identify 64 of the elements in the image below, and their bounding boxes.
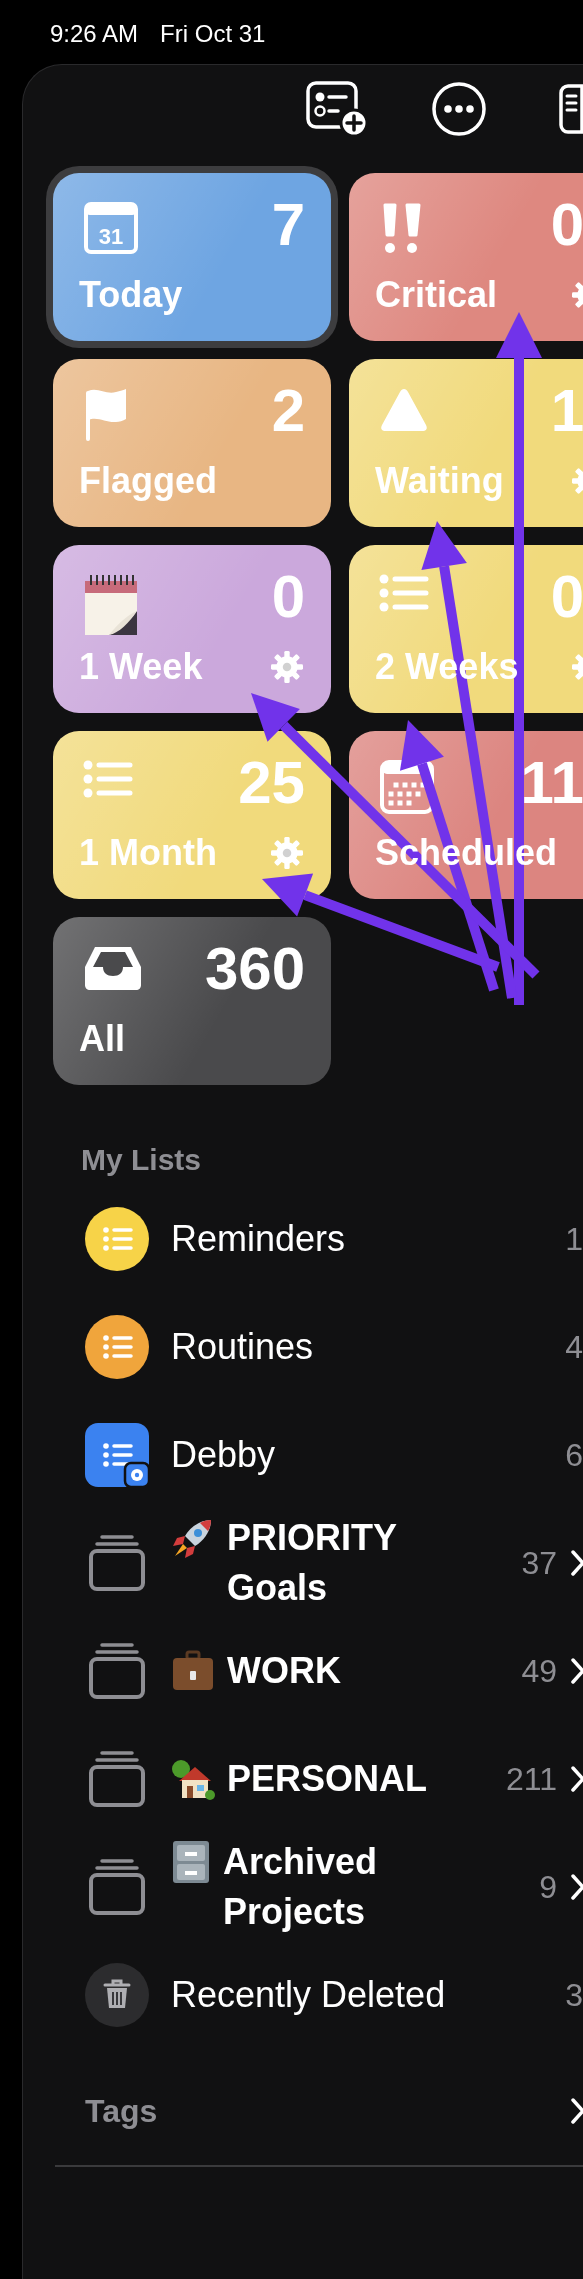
folder-stack-icon: [88, 1533, 146, 1593]
card-label: Flagged: [79, 459, 217, 503]
item-count: 9: [539, 1868, 557, 1907]
status-time: 9:26 AM: [50, 19, 139, 49]
section-header: My Lists: [80, 1142, 203, 1178]
card-label: Today: [79, 273, 183, 317]
card-label: 1 Month: [79, 831, 217, 875]
count: 360: [204, 934, 305, 1004]
triangle-icon: [379, 387, 429, 433]
status-date: Fri Oct 31: [160, 19, 266, 49]
item-count: 6: [565, 1436, 583, 1475]
item-count: 1: [565, 1220, 583, 1259]
chevron-icon[interactable]: [571, 1874, 583, 1900]
count: 1: [550, 376, 583, 446]
item-count: 49: [521, 1652, 557, 1691]
briefcase-icon: [171, 1649, 215, 1693]
folder-stack-icon: [88, 1749, 146, 1809]
count: 7: [271, 190, 305, 260]
item-count: 211: [506, 1760, 557, 1799]
count: 2: [271, 376, 305, 446]
list-name[interactable]: Routines: [171, 1322, 314, 1372]
card-label: 1 Week: [79, 645, 203, 689]
chevron-icon[interactable]: [571, 2098, 583, 2124]
section-header[interactable]: Tags: [85, 2087, 571, 2135]
filing-cabinet-icon: [171, 1840, 211, 1884]
sidebar-icon[interactable]: [559, 84, 583, 134]
count: 0: [550, 562, 583, 632]
count: 11: [520, 748, 583, 818]
list-row[interactable]: Routines 4: [53, 1293, 583, 1401]
card-label: Critical: [375, 273, 498, 317]
list-icon: [83, 759, 133, 799]
list-icon: [379, 573, 429, 613]
trash-icon: [85, 1963, 149, 2027]
list-row[interactable]: Recently Deleted 3: [53, 1941, 583, 2049]
item-count: 4: [565, 1328, 583, 1367]
tray-icon: [83, 945, 143, 991]
chevron-icon[interactable]: [571, 1658, 583, 1684]
list-row[interactable]: Debby 6: [53, 1401, 583, 1509]
more-icon[interactable]: [431, 81, 487, 137]
count: 0: [271, 562, 305, 632]
chevron-icon[interactable]: [571, 1550, 583, 1576]
list-row[interactable]: Reminders 1: [53, 1185, 583, 1293]
list-name[interactable]: Debby: [171, 1430, 276, 1480]
card-label: Waiting: [375, 459, 504, 503]
list-name[interactable]: PERSONAL: [227, 1754, 428, 1804]
flag-icon: [83, 387, 129, 443]
count: 25: [238, 748, 305, 818]
folder-stack-icon: [88, 1857, 146, 1917]
list-name[interactable]: Recently Deleted: [171, 1970, 446, 2020]
item-count: 37: [521, 1544, 557, 1583]
calendar-icon: 31: [83, 201, 139, 257]
count: 0: [550, 190, 583, 260]
smart-list-card[interactable]: 360 All: [53, 917, 331, 1085]
chevron-icon[interactable]: [571, 1766, 583, 1792]
house-icon: [171, 1757, 215, 1801]
list-name[interactable]: PRIORITY Goals: [227, 1513, 471, 1613]
list-name[interactable]: Archived Projects: [223, 1837, 471, 1937]
list-name[interactable]: Reminders: [171, 1214, 346, 1264]
card-label: All: [79, 1017, 125, 1061]
tear-off-calendar-icon: [83, 573, 139, 637]
gear-icon[interactable]: [572, 279, 583, 311]
folder-stack-icon: [88, 1641, 146, 1701]
list-name[interactable]: WORK: [227, 1646, 341, 1696]
item-count: 3: [565, 1976, 583, 2015]
